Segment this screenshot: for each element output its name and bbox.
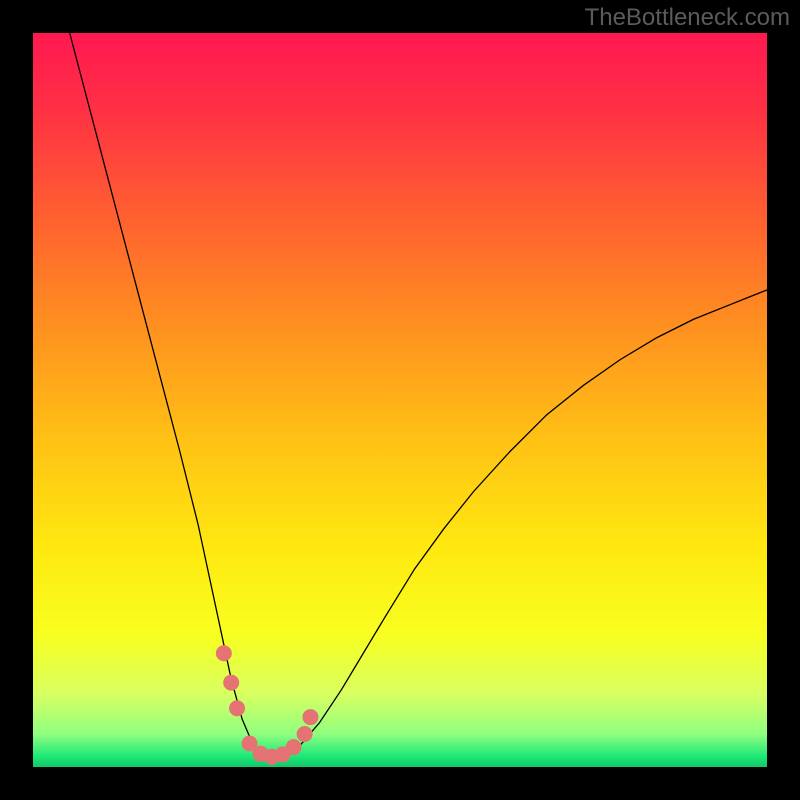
minimum-markers-point (286, 739, 302, 755)
chart-svg (33, 33, 767, 767)
chart-frame: TheBottleneck.com (0, 0, 800, 800)
gradient-background (33, 33, 767, 767)
minimum-markers-point (216, 645, 232, 661)
minimum-markers-point (223, 675, 239, 691)
minimum-markers-point (229, 700, 245, 716)
minimum-markers-point (302, 709, 318, 725)
watermark-text: TheBottleneck.com (585, 4, 790, 32)
minimum-markers-point (297, 726, 313, 742)
plot-area (33, 33, 767, 767)
